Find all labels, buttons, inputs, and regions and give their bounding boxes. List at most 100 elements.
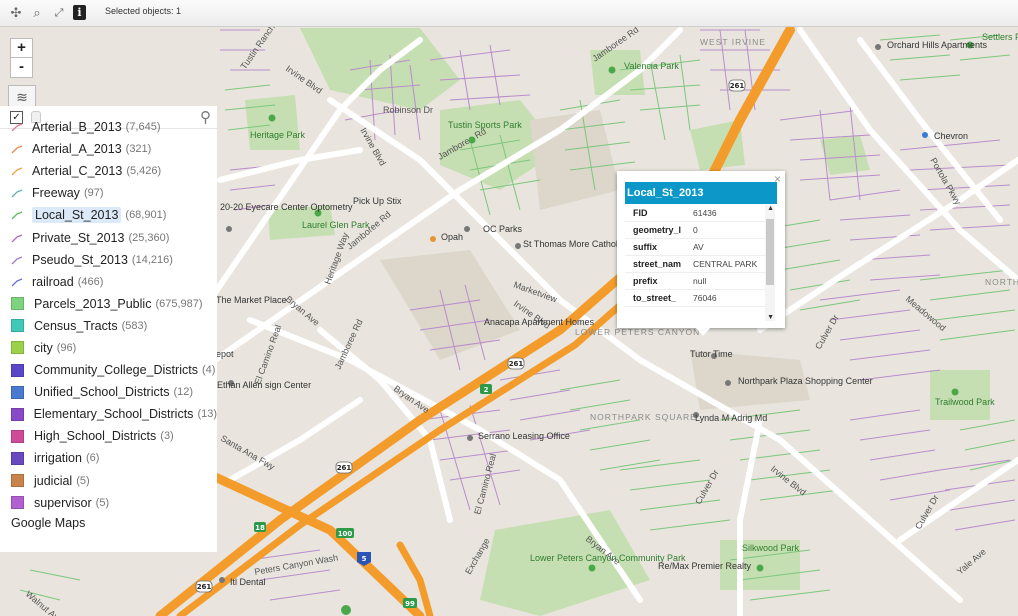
svg-text:Tutor Time: Tutor Time — [690, 349, 733, 359]
attribute-row: geometry_l 0 — [625, 222, 775, 239]
zoom-out-button[interactable]: - — [10, 57, 33, 78]
attribute-row: prefix null — [625, 273, 775, 290]
selection-status: Selected objects: 1 — [105, 6, 182, 16]
attribute-row: to_street_ 76046 — [625, 290, 775, 307]
info-icon[interactable]: i — [73, 5, 86, 20]
layer-count: (6) — [85, 452, 100, 465]
layer-item[interactable]: judicial (5) — [0, 470, 217, 492]
attribute-key: street_nam — [633, 259, 682, 269]
layer-count: (583) — [121, 319, 148, 332]
popup-attributes[interactable]: ▲ ▼ FID 61436 geometry_l 0 suffix AV street_na… — [625, 205, 775, 321]
layer-item[interactable]: High_School_Districts (3) — [0, 425, 217, 447]
svg-text:Lynda M Adrig Md: Lynda M Adrig Md — [695, 413, 767, 423]
svg-text:Itl Dental: Itl Dental — [230, 577, 266, 587]
fill-symbol-icon — [11, 385, 24, 399]
attribute-key: prefix — [633, 276, 658, 286]
layer-count: (13) — [197, 408, 217, 421]
feature-popup: × Local_St_2013 ▲ ▼ FID 61436 geometry_l 0 s… — [617, 171, 785, 328]
layer-item[interactable]: supervisor (5) — [0, 492, 217, 514]
svg-text:Ethan Allen sign Center: Ethan Allen sign Center — [217, 380, 311, 390]
svg-text:WEST IRVINE: WEST IRVINE — [700, 37, 766, 47]
line-symbol-icon — [11, 211, 23, 220]
layer-count: (4) — [201, 364, 216, 377]
attribute-value: 61436 — [693, 208, 717, 218]
attribute-row: street_nam CENTRAL PARK — [625, 256, 775, 273]
layer-name: Community_College_Districts — [34, 363, 198, 378]
scroll-up-icon[interactable]: ▲ — [767, 205, 774, 212]
attribute-row: FID 61436 — [625, 205, 775, 222]
layer-item[interactable]: Freeway (97) — [0, 182, 217, 204]
svg-text:Silkwood Park: Silkwood Park — [742, 543, 800, 553]
svg-text:Re/Max Premier Realty: Re/Max Premier Realty — [658, 561, 752, 571]
layer-item[interactable]: railroad (466) — [0, 271, 217, 293]
basemap-label[interactable]: Google Maps — [0, 516, 217, 530]
layer-count: (96) — [56, 341, 77, 354]
layer-name: Arterial_B_2013 — [32, 120, 122, 135]
fill-symbol-icon — [11, 407, 24, 421]
svg-text:Tustin Sports Park: Tustin Sports Park — [448, 120, 522, 130]
layer-count: (12) — [173, 386, 194, 399]
layer-count: (7,645) — [125, 121, 161, 134]
popup-pointer — [695, 327, 711, 336]
svg-text:NORTHPARK SQUARE: NORTHPARK SQUARE — [590, 412, 697, 422]
layer-item[interactable]: Unified_School_Districts (12) — [0, 381, 217, 403]
zoom-in-button[interactable]: + — [10, 38, 33, 59]
layer-name: Freeway — [32, 186, 80, 201]
svg-text:Chevron: Chevron — [934, 131, 968, 141]
layer-item[interactable]: Community_College_Districts (4) — [0, 359, 217, 381]
layer-count: (321) — [125, 143, 152, 156]
layer-count: (5,426) — [126, 165, 162, 178]
layer-item[interactable]: Elementary_School_Districts (13) — [0, 403, 217, 425]
layer-name: Pseudo_St_2013 — [32, 252, 128, 267]
svg-text:The Market Place: The Market Place — [216, 295, 287, 305]
layers-icon: ≋ — [16, 89, 28, 105]
fill-symbol-icon — [11, 319, 24, 333]
layer-item[interactable]: Private_St_2013 (25,360) — [0, 226, 217, 248]
attribute-value: 0 — [693, 225, 698, 235]
layer-item[interactable]: Local_St_2013 (68,901) — [0, 204, 217, 226]
svg-text:Valencia Park: Valencia Park — [624, 61, 679, 71]
svg-text:Orchard Hills Apartments: Orchard Hills Apartments — [887, 40, 988, 50]
layer-item[interactable]: city (96) — [0, 337, 217, 359]
svg-text:Robinson Dr: Robinson Dr — [383, 105, 433, 115]
layer-count: (675,987) — [155, 297, 203, 310]
layer-item[interactable]: Arterial_B_2013 (7,645) — [0, 116, 217, 138]
layer-count: (97) — [83, 187, 104, 200]
line-symbol-icon — [11, 256, 23, 265]
svg-text:2: 2 — [484, 386, 489, 394]
layer-item[interactable]: Census_Tracts (583) — [0, 315, 217, 337]
svg-text:5: 5 — [362, 555, 367, 563]
pan-icon[interactable]: ✣ — [8, 5, 24, 21]
svg-text:LOWER PETERS CANYON: LOWER PETERS CANYON — [575, 327, 700, 337]
layer-name: judicial — [34, 473, 73, 488]
extent-icon[interactable]: ⤢ — [51, 5, 67, 21]
attribute-value: 76046 — [693, 293, 717, 303]
svg-text:261: 261 — [337, 464, 352, 472]
layer-name: railroad — [32, 274, 74, 289]
attribute-key: suffix — [633, 242, 658, 252]
layer-item[interactable]: irrigation (6) — [0, 447, 217, 469]
layer-item[interactable]: Arterial_A_2013 (321) — [0, 138, 217, 160]
layer-item[interactable]: Parcels_2013_Public (675,987) — [0, 293, 217, 315]
svg-text:261: 261 — [509, 360, 524, 368]
layer-count: (14,216) — [131, 253, 173, 266]
line-symbol-icon — [11, 189, 23, 198]
svg-text:18: 18 — [255, 524, 265, 532]
svg-text:Settlers Park: Settlers Park — [982, 32, 1018, 42]
popup-scrollbar[interactable]: ▲ ▼ — [765, 205, 775, 321]
svg-text:Heritage Park: Heritage Park — [250, 130, 306, 140]
attribute-key: geometry_l — [633, 225, 682, 235]
layer-item[interactable]: Arterial_C_2013 (5,426) — [0, 160, 217, 182]
popup-scroll-thumb[interactable] — [766, 219, 774, 285]
layer-name: Unified_School_Districts — [34, 385, 170, 400]
svg-text:epot: epot — [216, 349, 234, 359]
zoom-icon[interactable]: ⌕ — [29, 5, 45, 21]
attribute-key: to_street_ — [633, 293, 677, 303]
popup-title: Local_St_2013 — [625, 182, 777, 204]
layer-name: city — [34, 340, 53, 355]
svg-text:Serrano Leasing Office: Serrano Leasing Office — [478, 431, 570, 441]
layer-item[interactable]: Pseudo_St_2013 (14,216) — [0, 249, 217, 271]
svg-text:Northpark Plaza Shopping Cente: Northpark Plaza Shopping Center — [738, 376, 873, 386]
line-symbol-icon — [11, 123, 23, 132]
scroll-down-icon[interactable]: ▼ — [767, 314, 774, 321]
